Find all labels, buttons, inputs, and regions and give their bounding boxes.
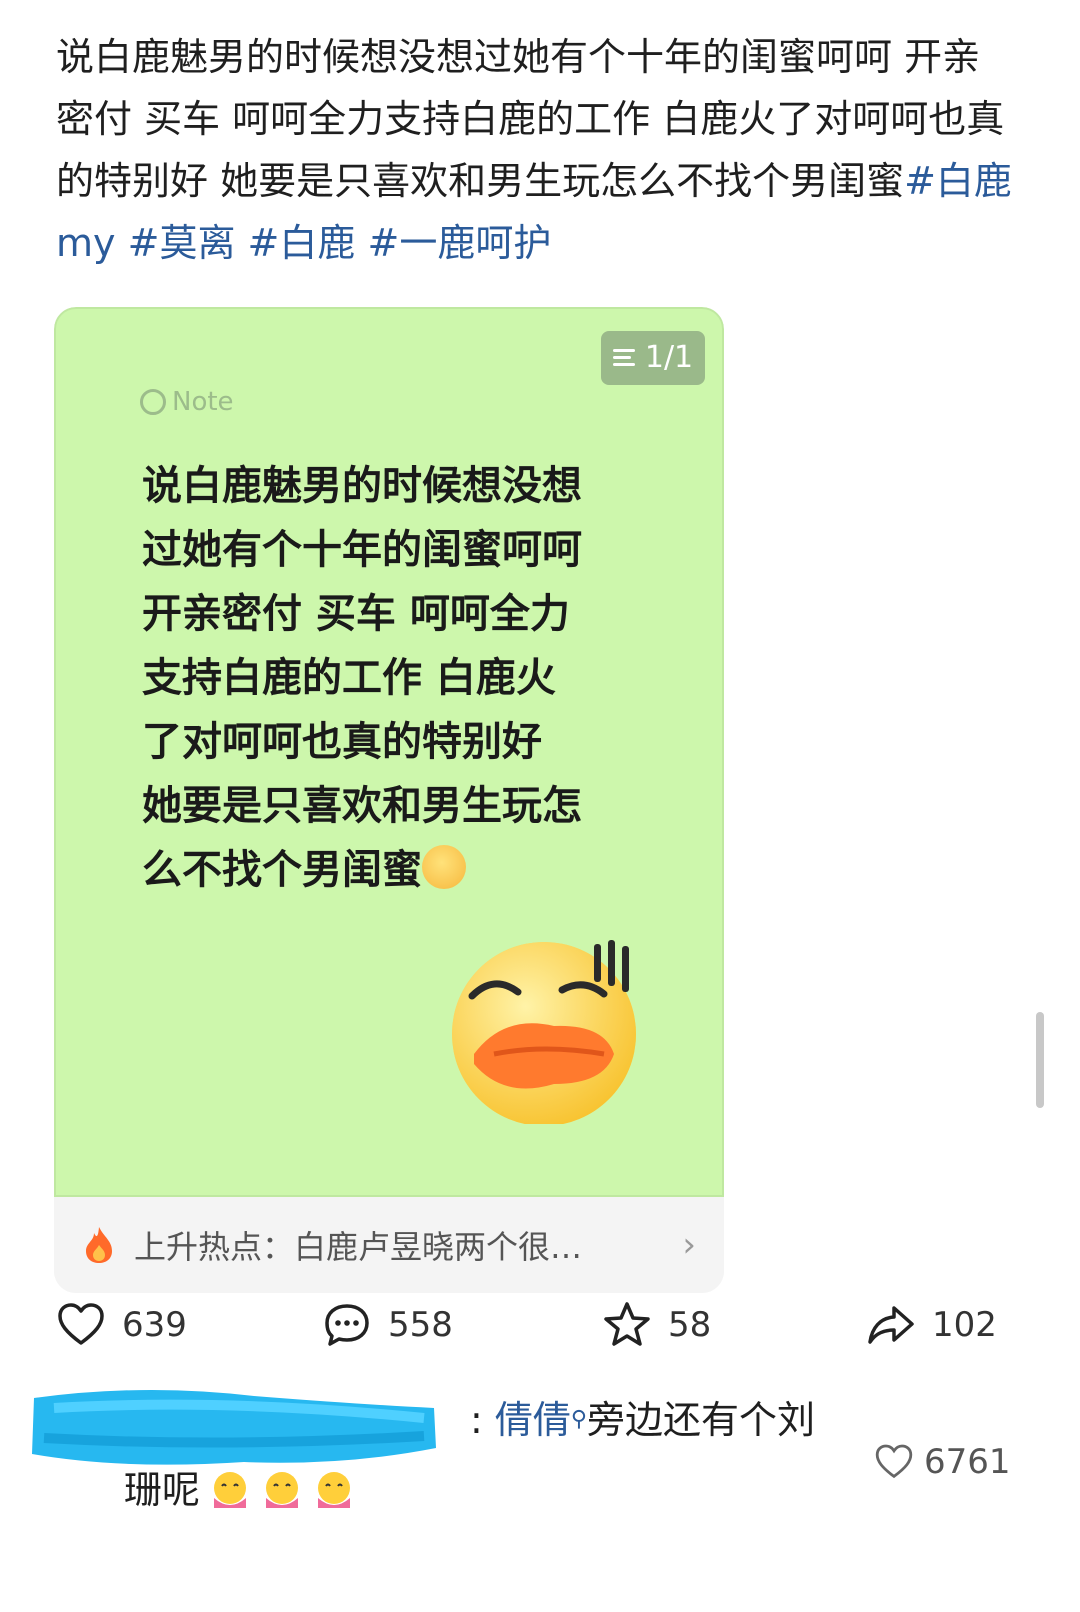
favorite-count: 58 — [668, 1305, 712, 1345]
favorite-button[interactable]: 58 — [602, 1300, 711, 1350]
comment-count: 558 — [388, 1305, 453, 1345]
note-line: 开亲密付 买车 呵呵全力 — [142, 591, 570, 637]
action-bar: 639 558 58 102 — [56, 1300, 997, 1360]
hot-topic-text: 上升热点：白鹿卢昱晓两个很… — [134, 1228, 583, 1266]
comment-bubble-icon — [325, 1304, 369, 1346]
page-indicator-badge: 1/1 — [601, 331, 705, 385]
chevron-right-icon: › — [682, 1225, 696, 1265]
note-line-last: 么不找个男闺蜜 — [142, 838, 662, 902]
circle-icon — [140, 389, 166, 415]
comment-first-line: : 倩倩⚲旁边还有个刘 — [470, 1398, 816, 1442]
hot-topic-bar[interactable]: 上升热点：白鹿卢昱晓两个很… › — [54, 1197, 724, 1293]
share-count: 102 — [932, 1305, 997, 1345]
comment-button[interactable]: 558 — [322, 1300, 453, 1350]
comment-like-button[interactable]: 6761 — [874, 1442, 1011, 1482]
search-icon: ⚲ — [570, 1407, 588, 1432]
share-arrow-icon — [868, 1306, 914, 1344]
comment-text: 旁边还有个刘 — [587, 1398, 816, 1442]
note-line: 说白鹿魅男的时候想没想 — [142, 463, 582, 509]
list-icon — [612, 349, 637, 367]
note-line: 了对呵呵也真的特别好 — [142, 719, 542, 765]
like-count: 639 — [122, 1305, 187, 1345]
post-text: 说白鹿魅男的时候想没想过她有个十年的闺蜜呵呵 开亲密付 买车 呵呵全力支持白鹿的… — [56, 26, 1016, 274]
star-icon — [604, 1302, 650, 1346]
flame-icon — [86, 1227, 112, 1263]
post-image-card[interactable]: 1/1 Note 说白鹿魅男的时候想没想 过她有个十年的闺蜜呵呵 开亲密付 买车… — [54, 307, 724, 1293]
note-body: 说白鹿魅男的时候想没想 过她有个十年的闺蜜呵呵 开亲密付 买车 呵呵全力 支持白… — [142, 454, 662, 902]
heart-icon — [875, 1444, 913, 1479]
hashtag-bailu[interactable]: #白鹿 — [248, 221, 356, 265]
post-body: 说白鹿魅男的时候想没想过她有个十年的闺蜜呵呵 开亲密付 买车 呵呵全力支持白鹿的… — [56, 35, 1005, 203]
sweat-smile-emoji-icon — [422, 845, 466, 889]
note-line: 过她有个十年的闺蜜呵呵 — [142, 527, 582, 573]
comment-like-count: 6761 — [924, 1442, 1011, 1482]
redaction-scribble — [32, 1389, 436, 1465]
page-indicator-text: 1/1 — [644, 340, 694, 375]
scrollbar[interactable] — [1036, 1012, 1044, 1108]
heart-icon — [58, 1303, 104, 1345]
hashtag-yiluhehu[interactable]: #一鹿呵护 — [367, 221, 551, 265]
note-label-text: Note — [172, 387, 234, 417]
note-line: 支持白鹿的工作 白鹿火 — [142, 655, 556, 701]
like-button[interactable]: 639 — [56, 1300, 187, 1350]
note-line: 她要是只喜欢和男生玩怎 — [142, 783, 582, 829]
note-label: Note — [140, 387, 234, 417]
note-screenshot[interactable]: 1/1 Note 说白鹿魅男的时候想没想 过她有个十年的闺蜜呵呵 开亲密付 买车… — [54, 307, 724, 1197]
commenter-name[interactable]: 倩倩 — [495, 1398, 571, 1442]
share-button[interactable]: 102 — [866, 1300, 997, 1350]
duck-face-sticker-icon — [452, 940, 636, 1124]
note-line-text: 么不找个男闺蜜 — [142, 847, 422, 893]
hashtag-moli[interactable]: #莫离 — [128, 221, 236, 265]
